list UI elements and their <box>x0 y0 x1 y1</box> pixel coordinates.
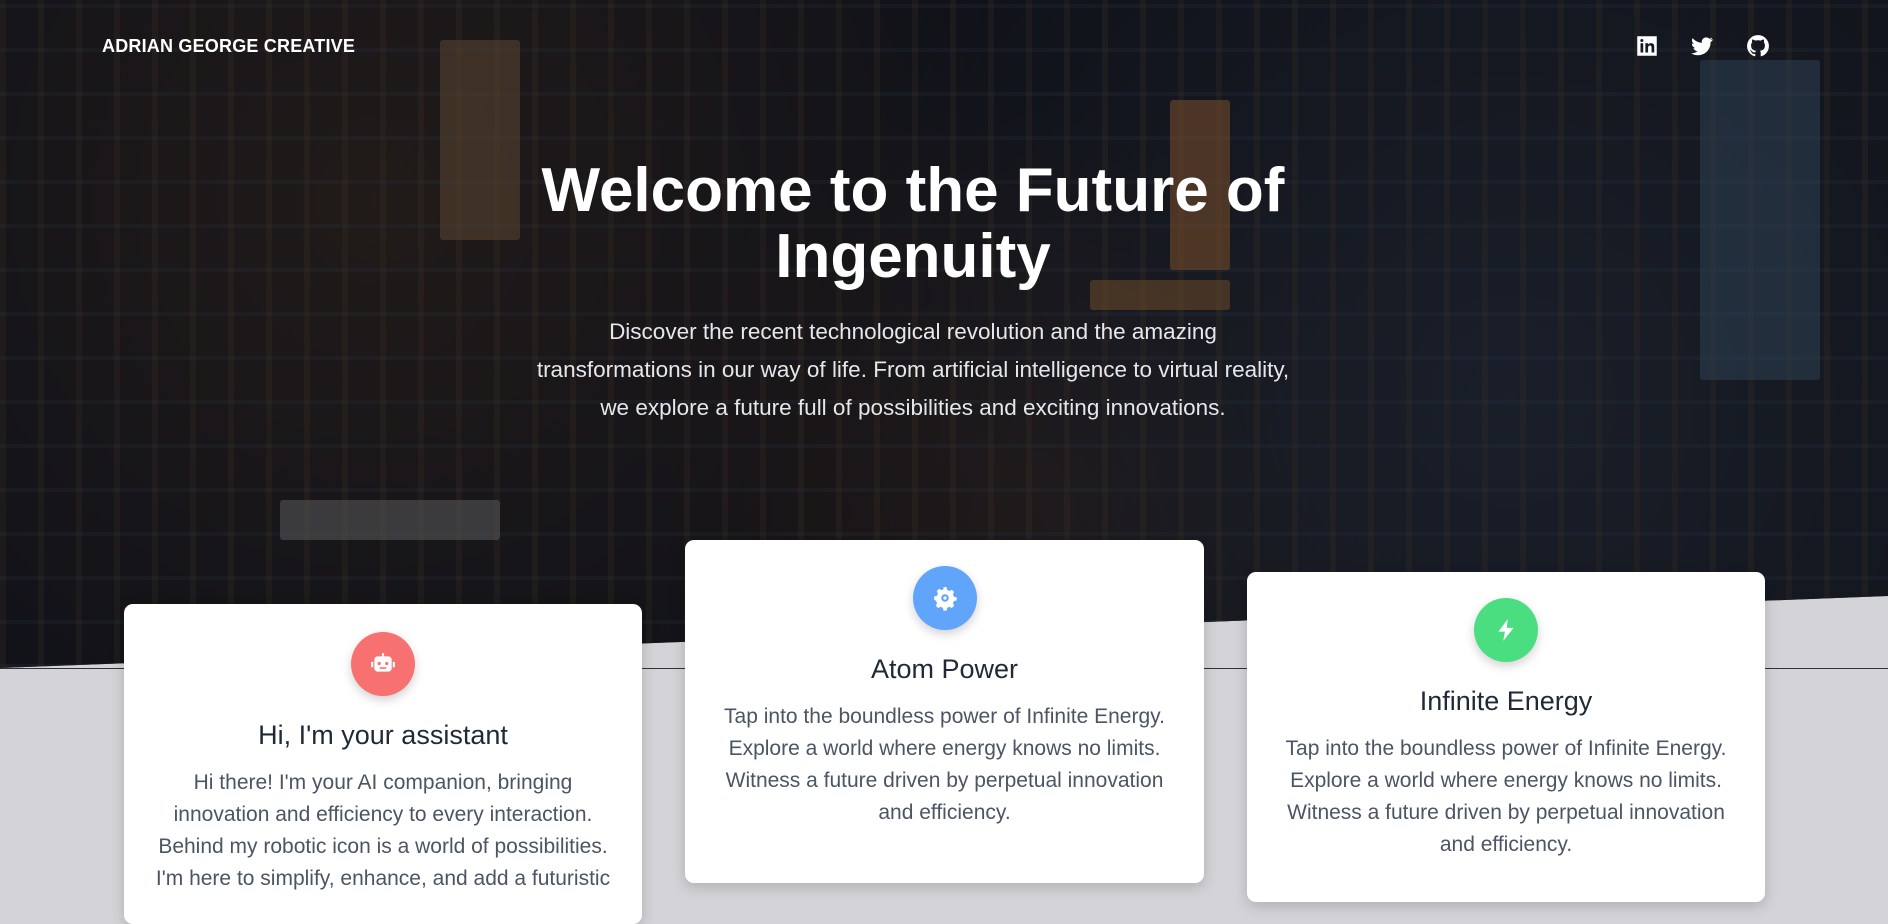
infinite-energy-card: Infinite Energy Tap into the boundless p… <box>1247 572 1765 902</box>
card-title: Infinite Energy <box>1419 686 1593 716</box>
atom-power-card: Atom Power Tap into the boundless power … <box>685 540 1204 883</box>
github-icon[interactable] <box>1745 33 1771 59</box>
card-text: Tap into the boundless power of Infinite… <box>1285 737 1727 856</box>
brand-logo[interactable]: ADRIAN GEORGE CREATIVE <box>102 36 355 57</box>
lightning-bolt-icon <box>1474 598 1538 662</box>
linkedin-icon[interactable] <box>1634 33 1660 59</box>
card-text: Hi there! I'm your AI companion, bringin… <box>155 771 611 890</box>
hero-subtitle: Discover the recent technological revolu… <box>536 319 1290 420</box>
assistant-card: Hi, I'm your assistant Hi there! I'm you… <box>124 604 642 924</box>
decor-connector <box>280 500 500 540</box>
decor-ic <box>1700 60 1820 380</box>
robot-icon <box>351 632 415 696</box>
hero-title: Welcome to the Future of Ingenuity <box>541 156 1285 291</box>
card-text: Tap into the boundless power of Infinite… <box>724 705 1165 824</box>
card-title: Hi, I'm your assistant <box>258 720 508 750</box>
card-title: Atom Power <box>870 654 1019 684</box>
twitter-icon[interactable] <box>1689 33 1715 59</box>
atom-gear-icon <box>912 566 977 630</box>
